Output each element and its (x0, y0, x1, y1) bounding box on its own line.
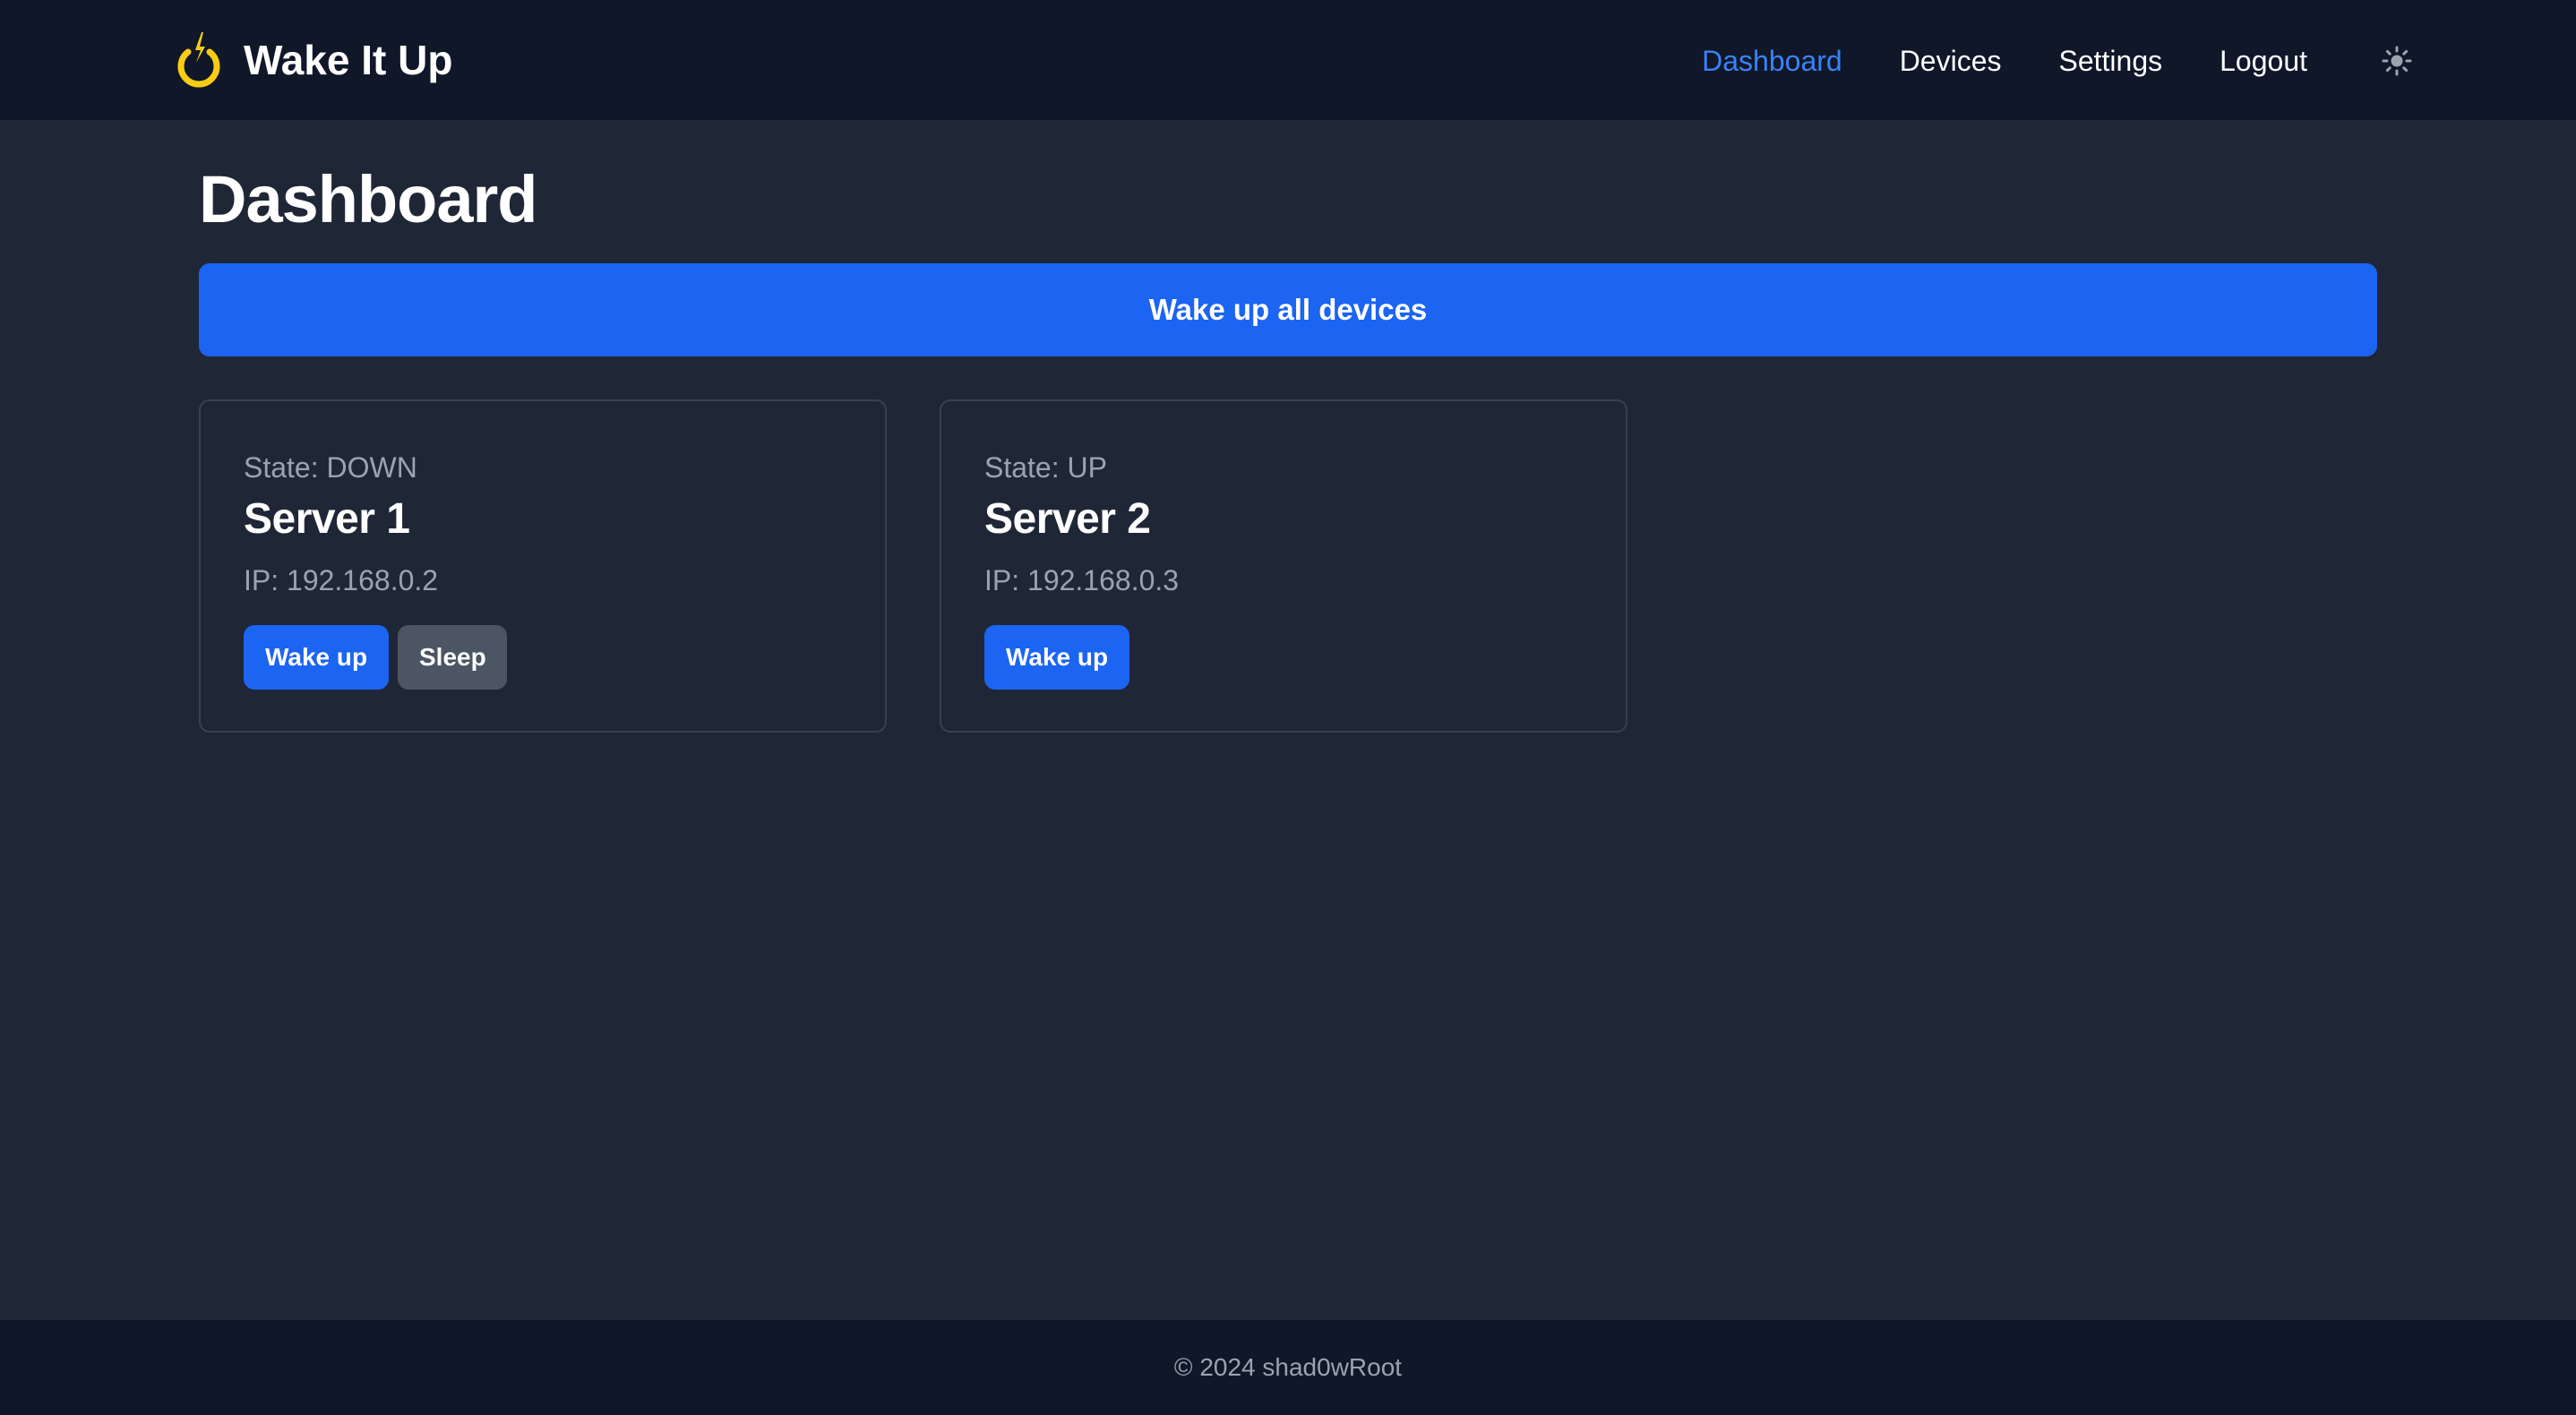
device-name: Server 2 (984, 495, 1151, 543)
brand[interactable]: Wake It Up (172, 29, 452, 91)
device-state: State: UP (984, 451, 1107, 484)
device-ip: IP: 192.168.0.2 (244, 564, 439, 596)
device-state: State: DOWN (244, 451, 417, 484)
nav-logout[interactable]: Logout (2220, 45, 2307, 78)
device-card: State: UP Server 2 IP: 192.168.0.3 Wake … (940, 399, 1627, 733)
app-page: Wake It Up Dashboard Devices Settings Lo… (0, 0, 2576, 1415)
power-icon (177, 32, 220, 88)
device-actions: Wake up (984, 625, 1129, 690)
navbar: Wake It Up Dashboard Devices Settings Lo… (0, 0, 2576, 120)
nav-dashboard[interactable]: Dashboard (1702, 45, 1842, 78)
device-actions: Wake up Sleep (244, 625, 507, 690)
wake-up-button[interactable]: Wake up (244, 625, 389, 690)
device-name: Server 1 (244, 495, 410, 543)
sun-icon (2382, 46, 2412, 76)
wake-all-button[interactable]: Wake up all devices (199, 263, 2377, 356)
wake-up-button[interactable]: Wake up (984, 625, 1129, 690)
theme-toggle-button[interactable] (2379, 43, 2415, 79)
nav-settings[interactable]: Settings (2059, 45, 2163, 78)
brand-title: Wake It Up (244, 37, 453, 83)
footer: © 2024 shad0wRoot (0, 1320, 2576, 1415)
sleep-button[interactable]: Sleep (398, 625, 507, 690)
main-nav: Dashboard Devices Settings Logout (1644, 36, 2415, 86)
page-title: Dashboard (199, 162, 538, 236)
footer-copyright: © 2024 shad0wRoot (1173, 1353, 1403, 1381)
nav-devices[interactable]: Devices (1900, 45, 2002, 78)
device-ip: IP: 192.168.0.3 (984, 564, 1180, 596)
device-card: State: DOWN Server 1 IP: 192.168.0.2 Wak… (199, 399, 887, 733)
